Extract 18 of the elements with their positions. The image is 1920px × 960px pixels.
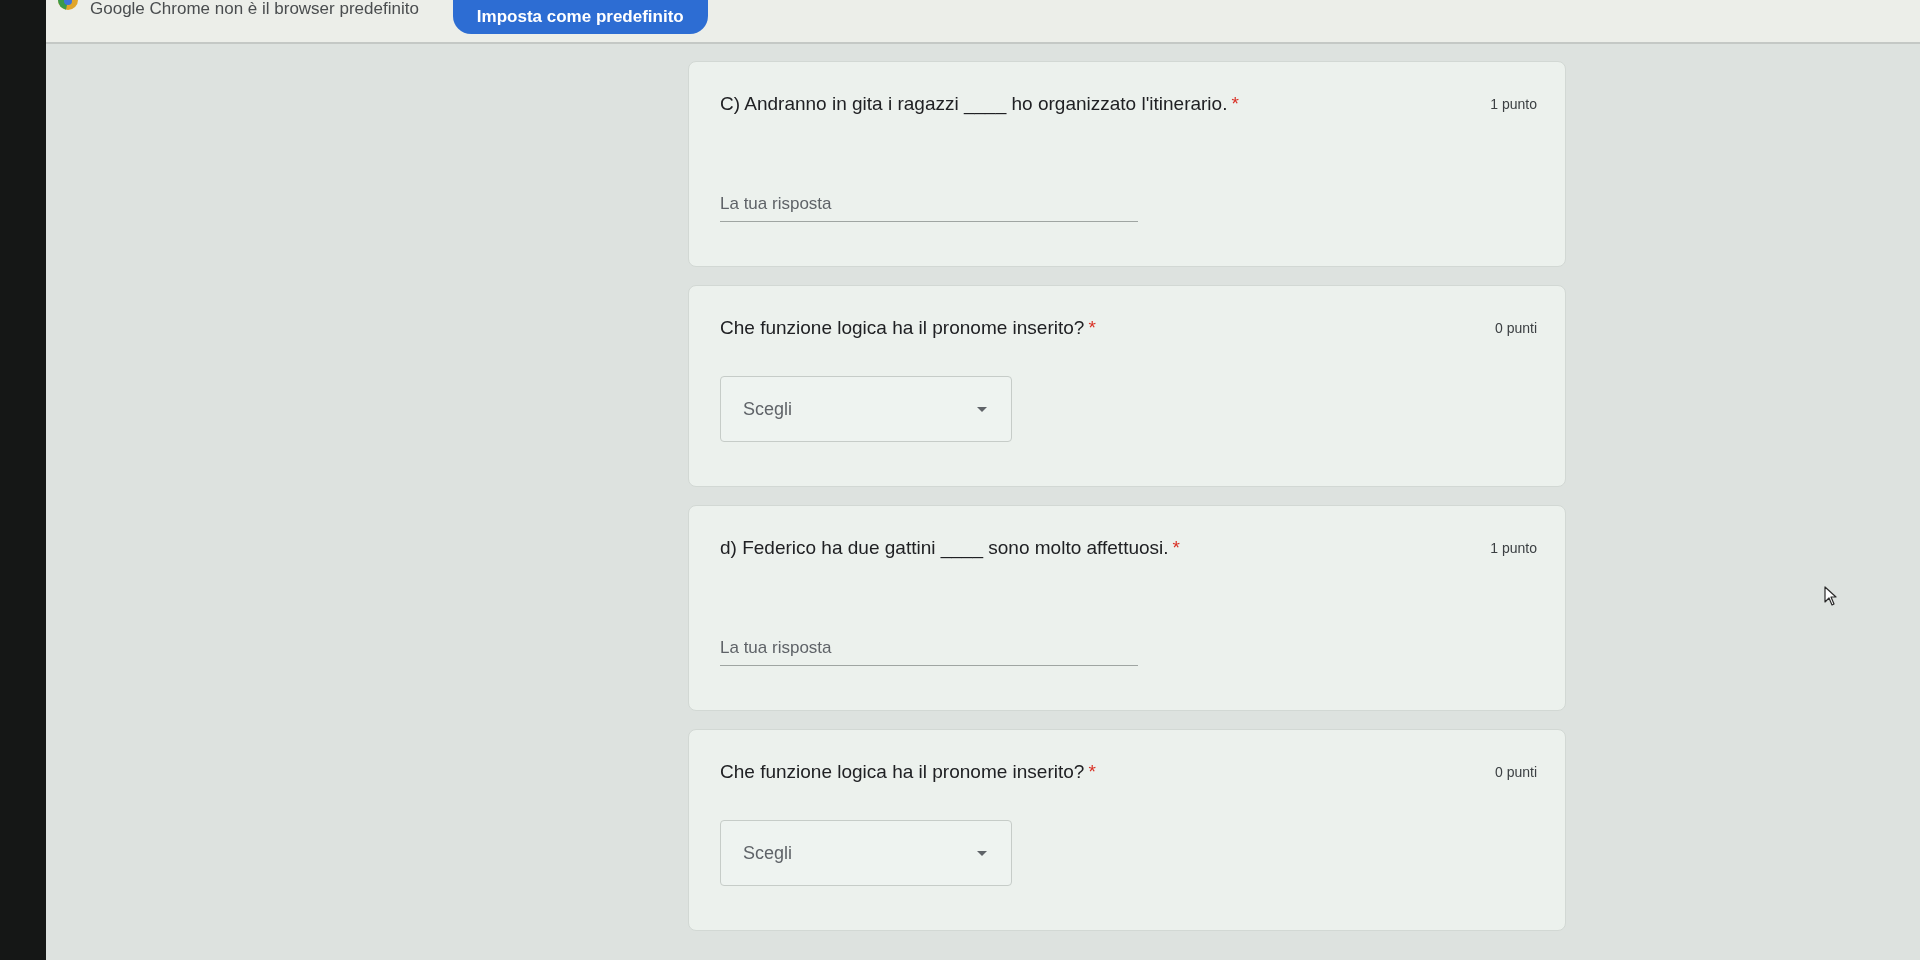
points-label: 1 punto [1490,96,1537,112]
question-text: d) Federico ha due gattini ____ sono molto affettuosi. * [720,536,1180,560]
answer-field[interactable]: La tua risposta [720,638,1138,666]
infobar-message: Google Chrome non è il browser predefinito [90,0,419,18]
points-label: 0 punti [1494,764,1537,780]
logo-icon [58,0,78,11]
caret-icon [977,406,987,412]
set-default-button[interactable]: Imposta come predefinito [452,0,708,34]
dropdown-select[interactable]: Scegli [720,820,1012,886]
points-label: 1 punto [1490,540,1537,556]
caret-icon [977,850,987,856]
answer-field[interactable]: La tua risposta [720,194,1138,222]
question-text: C) Andranno in gita i ragazzi ____ ho organizzato l'itinerario. * [720,92,1239,116]
dropdown-select[interactable]: Scegli [720,376,1012,442]
question-text: Che funzione logica ha il pronome inserito? * [720,760,1096,784]
question-text: Che funzione logica ha il pronome inserito? * [720,316,1096,340]
mouse-pointer-icon [1824,586,1838,606]
points-label: 0 punti [1494,320,1537,336]
